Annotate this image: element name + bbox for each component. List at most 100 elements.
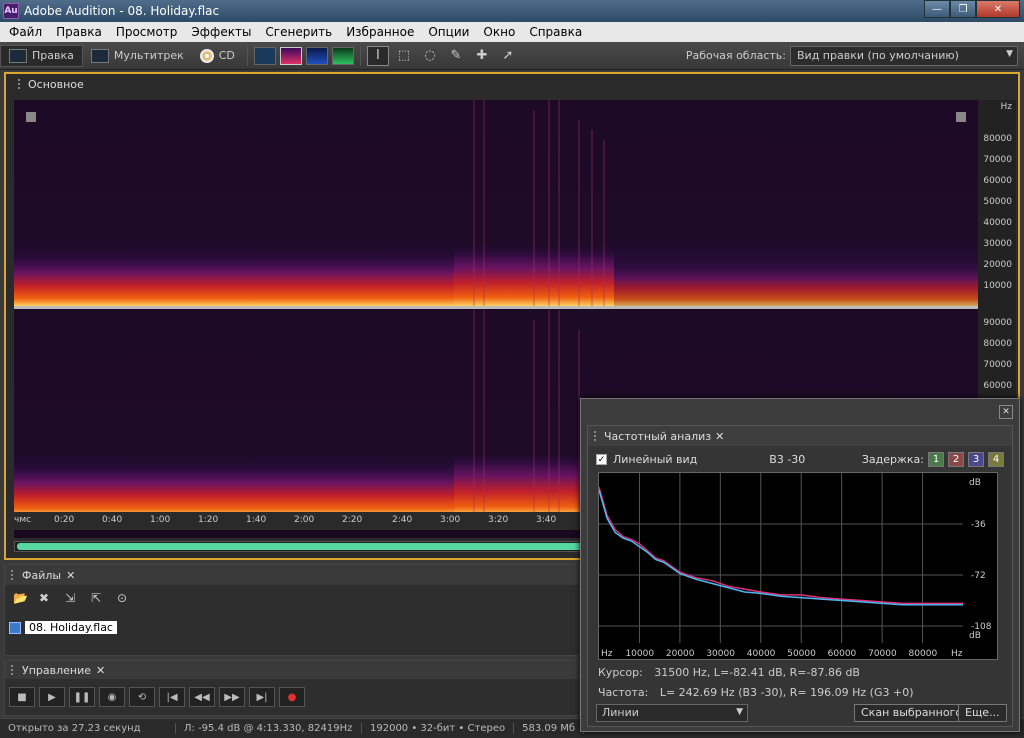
edit-view-button[interactable]: Правка	[0, 44, 83, 67]
workspace-label: Рабочая область:	[685, 49, 786, 62]
phase-view-icon[interactable]	[331, 46, 354, 65]
linear-view-checkbox[interactable]: ✓	[596, 454, 607, 465]
time-tick: 0:40	[102, 515, 123, 525]
brush-tool-icon[interactable]: ✎	[445, 46, 467, 66]
tab-frequency-analysis[interactable]: Частотный анализ ✕	[588, 426, 1012, 446]
close-button[interactable]: ✕	[976, 0, 1020, 18]
menu-view[interactable]: Просмотр	[109, 25, 185, 39]
rewind-button[interactable]: ◀◀	[189, 687, 215, 707]
hz-tick: 60000	[983, 381, 1012, 391]
menu-bar: Файл Правка Просмотр Эффекты Сгенерить И…	[0, 22, 1024, 42]
spectral-view-icon[interactable]	[279, 46, 302, 65]
more-button[interactable]: Еще...	[958, 704, 1007, 722]
audition-app-icon: Au	[3, 3, 19, 19]
delay-button-3[interactable]: 3	[968, 452, 984, 467]
x-tick-label: 80000	[909, 649, 938, 659]
close-tab-icon[interactable]: ✕	[66, 569, 75, 582]
menu-effects[interactable]: Эффекты	[184, 25, 258, 39]
insert-cd-icon[interactable]: ⇱	[91, 591, 109, 607]
menu-favorites[interactable]: Избранное	[339, 25, 421, 39]
spot-healing-icon[interactable]: ✚	[471, 46, 493, 66]
menu-generate[interactable]: Сгенерить	[258, 25, 339, 39]
hz-tick: 70000	[983, 360, 1012, 370]
options-row: ✓ Линейный вид B3 -30 Задержка: 1 2 3 4	[596, 452, 1004, 467]
series-line	[598, 486, 963, 605]
tab-frequency-analysis-label: Частотный анализ	[604, 429, 712, 443]
graph-mode-select[interactable]: Линии ▼	[596, 704, 748, 722]
menu-options[interactable]: Опции	[421, 25, 476, 39]
hz-tick: 90000	[983, 318, 1012, 328]
close-tab-icon[interactable]: ✕	[96, 664, 105, 677]
x-tick-label: 40000	[747, 649, 776, 659]
spectrogram-left-channel[interactable]	[14, 100, 978, 306]
grip-icon	[18, 79, 24, 89]
stop-button[interactable]: ■	[9, 687, 35, 707]
waveform-view-icon[interactable]	[253, 46, 276, 65]
fast-forward-button[interactable]: ▶▶	[219, 687, 245, 707]
play-from-cursor-button[interactable]: ◉	[99, 687, 125, 707]
cd-label: CD	[218, 49, 235, 62]
toolbar-separator	[246, 45, 248, 66]
scan-selection-button[interactable]: Скан выбранного	[854, 704, 970, 722]
close-tab-icon[interactable]: ✕	[715, 430, 724, 443]
workspace-select[interactable]: Вид правки (по умолчанию) ▼	[790, 46, 1018, 66]
tab-transport-label: Управление	[22, 663, 92, 677]
hybrid-tool-icon[interactable]: ➚	[497, 46, 519, 66]
x-tick-label: 60000	[828, 649, 857, 659]
waveform-icon	[9, 48, 27, 63]
multitrack-view-button[interactable]: Мультитрек	[83, 45, 192, 67]
edit-view-label: Правка	[32, 49, 74, 62]
maximize-button[interactable]: ❐	[950, 0, 976, 18]
frequency-graph[interactable]: dB dB Hz Hz 10000 20000 30000 40000 50000 600…	[598, 472, 998, 660]
loop-button[interactable]: ⟲	[129, 687, 155, 707]
record-button[interactable]: ●	[279, 687, 305, 707]
menu-help[interactable]: Справка	[522, 25, 589, 39]
menu-file[interactable]: Файл	[2, 25, 49, 39]
time-tick: 1:20	[198, 515, 219, 525]
insert-multitrack-icon[interactable]: ⇲	[65, 591, 83, 607]
y-unit-label: dB	[969, 631, 981, 641]
menu-window[interactable]: Окно	[476, 25, 522, 39]
cursor-value: 31500 Hz, L=-82.41 dB, R=-87.86 dB	[654, 666, 860, 679]
close-file-icon[interactable]: ✖	[39, 591, 57, 607]
hz-tick: 10000	[983, 281, 1012, 291]
x-tick-label: 50000	[787, 649, 816, 659]
list-item[interactable]: 08. Holiday.flac	[9, 621, 117, 634]
edit-file-icon[interactable]: ⊙	[117, 591, 135, 607]
files-panel: Файлы ✕ 📂 ✖ ⇲ ⇱ ⊙ 08. Holiday.flac	[4, 564, 580, 656]
marquee-tool-icon[interactable]: ⬚	[393, 46, 415, 66]
lasso-tool-icon[interactable]: ◌	[419, 46, 441, 66]
tab-files-label: Файлы	[22, 568, 62, 582]
minimize-button[interactable]: —	[924, 0, 950, 18]
spectral-pan-icon[interactable]	[305, 46, 328, 65]
menu-edit[interactable]: Правка	[49, 25, 109, 39]
title-bar: Au Adobe Audition - 08. Holiday.flac — ❐…	[0, 0, 1024, 22]
y-tick-label: -36	[971, 520, 986, 530]
time-tick: 1:40	[246, 515, 267, 525]
tab-transport[interactable]: Управление ✕	[5, 661, 579, 679]
tab-main[interactable]: Основное	[10, 76, 92, 92]
x-unit-label: Hz	[601, 649, 613, 659]
file-name: 08. Holiday.flac	[25, 621, 117, 634]
workspace-value: Вид правки (по умолчанию)	[797, 49, 959, 62]
open-file-icon[interactable]: 📂	[13, 591, 31, 607]
corner-marker-icon	[26, 112, 36, 122]
time-select-tool-icon[interactable]: I	[366, 45, 389, 66]
time-tick: 2:40	[392, 515, 413, 525]
cd-view-button[interactable]: CD	[192, 45, 243, 67]
close-icon[interactable]: ✕	[999, 405, 1013, 419]
status-format: 192000 • 32-бит • Стерео	[362, 723, 515, 734]
go-to-start-button[interactable]: |◀	[159, 687, 185, 707]
scroll-thumb[interactable]	[17, 543, 583, 550]
go-to-end-button[interactable]: ▶|	[249, 687, 275, 707]
delay-button-2[interactable]: 2	[948, 452, 964, 467]
time-tick: 1:00	[150, 515, 171, 525]
audio-file-icon	[9, 621, 21, 634]
pause-button[interactable]: ❚❚	[69, 687, 95, 707]
play-button[interactable]: ▶	[39, 687, 65, 707]
toolbar-separator	[359, 45, 361, 66]
tab-files[interactable]: Файлы ✕	[5, 565, 579, 585]
delay-button-4[interactable]: 4	[988, 452, 1004, 467]
delay-button-1[interactable]: 1	[928, 452, 944, 467]
series-line	[598, 489, 963, 606]
